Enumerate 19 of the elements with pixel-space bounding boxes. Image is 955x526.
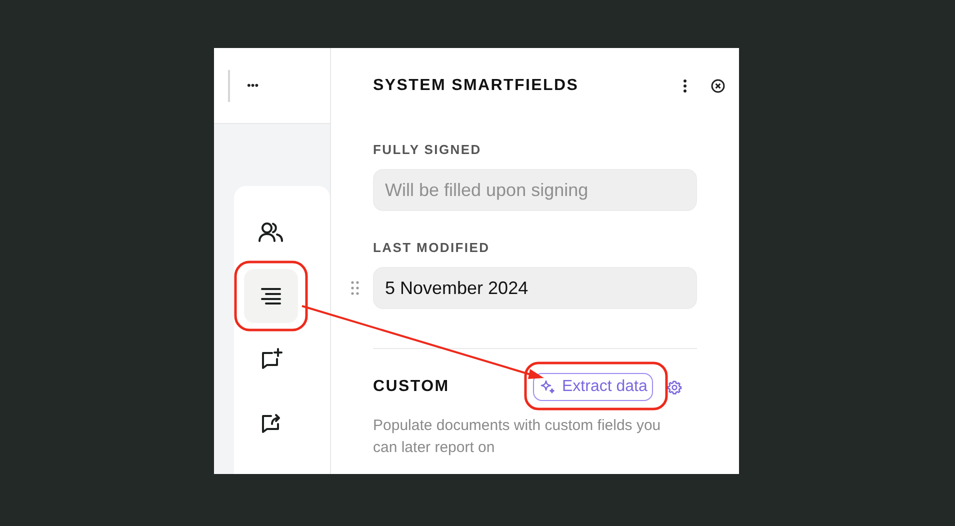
sparkle-icon xyxy=(540,379,556,395)
text-field[interactable]: Will be filled upon signing xyxy=(373,169,697,211)
text-field[interactable]: 5 November 2024 xyxy=(373,267,697,309)
extract-data-button[interactable]: Extract data xyxy=(533,373,654,401)
align-lines-icon xyxy=(259,287,283,305)
comment-plus-icon xyxy=(259,348,283,372)
drag-handle-icon[interactable] xyxy=(351,281,359,295)
kebab-menu-icon[interactable] xyxy=(683,79,687,93)
close-icon[interactable] xyxy=(711,79,725,93)
settings-icon[interactable] xyxy=(667,380,682,394)
field-label: FULLY SIGNED xyxy=(373,142,482,157)
section-description: Populate documents with custom fields you can later report on xyxy=(373,416,662,458)
field-label: LAST MODIFIED xyxy=(373,240,491,255)
section-title: CUSTOM xyxy=(373,378,450,396)
people-icon xyxy=(258,221,284,243)
panel-title: SYSTEM SMARTFIELDS xyxy=(373,77,580,95)
comment-share-icon xyxy=(259,412,283,436)
rail-button[interactable] xyxy=(244,269,298,323)
more-button[interactable]: ••• xyxy=(247,80,259,92)
